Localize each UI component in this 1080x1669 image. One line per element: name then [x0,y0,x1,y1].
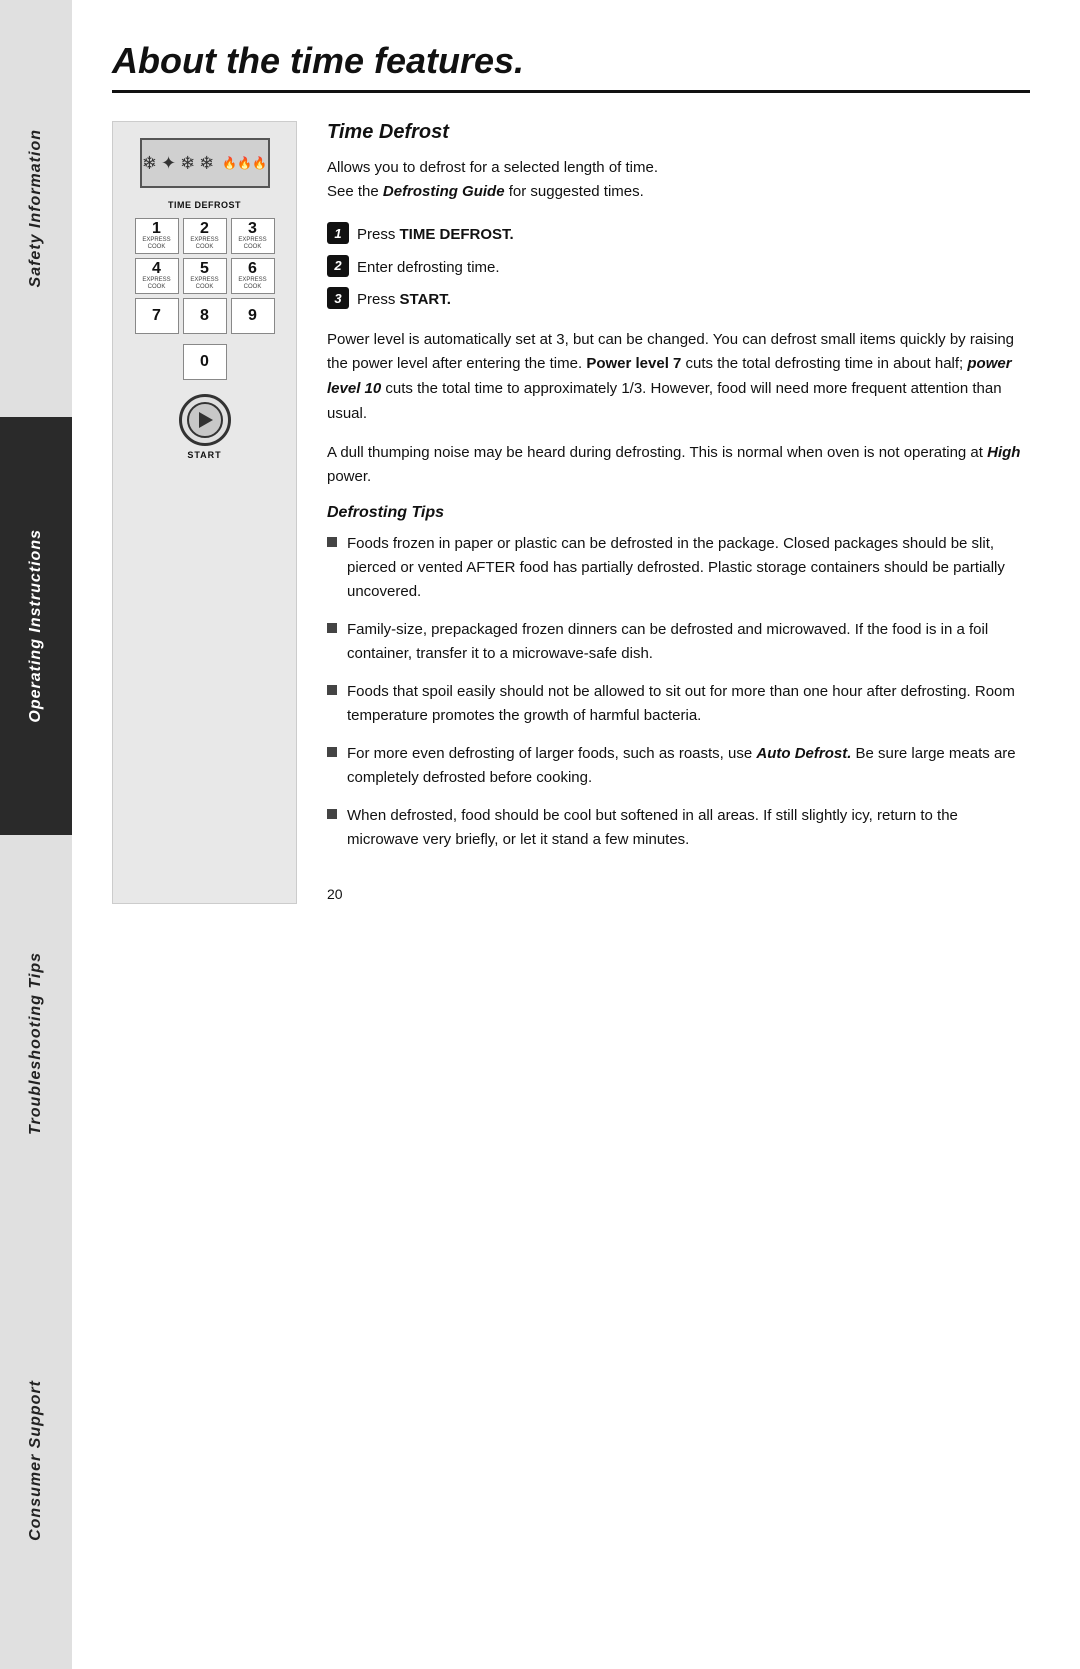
tip-text-2: Family-size, prepackaged frozen dinners … [347,618,1030,666]
bullet-5 [327,809,337,819]
time-defrost-heading: Time Defrost [327,121,1030,144]
tip-5: When defrosted, food should be cool but … [327,804,1030,852]
dot-icon: ✦ [161,153,176,174]
bullet-4 [327,747,337,757]
key-5[interactable]: 5 EXPRESS COOK [183,258,227,294]
key-0[interactable]: 0 [183,344,227,380]
key-2[interactable]: 2 EXPRESS COOK [183,218,227,254]
sidebar-label-consumer: Consumer Support [27,1380,45,1541]
intro-text: Allows you to defrost for a selected len… [327,156,1030,204]
defrosting-tips-heading: Defrosting Tips [327,504,1030,522]
body-text-2: A dull thumping noise may be heard durin… [327,441,1030,491]
tip-3: Foods that spoil easily should not be al… [327,680,1030,728]
key-zero-row: 0 [183,344,227,380]
key-9[interactable]: 9 [231,298,275,334]
tips-list: Foods frozen in paper or plastic can be … [327,532,1030,852]
sidebar-section-consumer[interactable]: Consumer Support [0,1252,72,1669]
key-8[interactable]: 8 [183,298,227,334]
key-4[interactable]: 4 EXPRESS COOK [135,258,179,294]
step-num-1: 1 [327,222,349,244]
key-3[interactable]: 3 EXPRESS COOK [231,218,275,254]
step-3: 3 Press START. [327,287,1030,312]
main-content: About the time features. ❄ ✦ ❄ ❄ 🔥🔥🔥 TIM… [72,0,1080,1669]
step-text-3: Press START. [357,287,451,312]
sidebar: Safety Information Operating Instruction… [0,0,72,1669]
tip-2: Family-size, prepackaged frozen dinners … [327,618,1030,666]
tip-text-3: Foods that spoil easily should not be al… [347,680,1030,728]
start-play-icon [199,412,213,428]
step-1: 1 Press TIME DEFROST. [327,222,1030,247]
start-label: START [187,450,221,460]
sidebar-section-troubleshooting[interactable]: Troubleshooting Tips [0,835,72,1252]
step-text-1: Press TIME DEFROST. [357,222,514,247]
steps-list: 1 Press TIME DEFROST. 2 Enter defrosting… [327,222,1030,312]
keypad-panel: ❄ ✦ ❄ ❄ 🔥🔥🔥 TIME DEFROST 1 EXPRESS COOK … [112,121,297,904]
key-7[interactable]: 7 [135,298,179,334]
step-2: 2 Enter defrosting time. [327,255,1030,280]
time-defrost-label: TIME DEFROST [168,200,241,210]
tip-4: For more even defrosting of larger foods… [327,742,1030,790]
key-1[interactable]: 1 EXPRESS COOK [135,218,179,254]
display-area: ❄ ✦ ❄ ❄ 🔥🔥🔥 [140,138,270,188]
tip-text-5: When defrosted, food should be cool but … [347,804,1030,852]
display-icons: ❄ ✦ ❄ ❄ 🔥🔥🔥 [142,153,267,174]
keypad-grid: 1 EXPRESS COOK 2 EXPRESS COOK 3 EXPRESS … [135,218,275,334]
step-num-3: 3 [327,287,349,309]
start-button-inner [187,402,223,438]
step-text-2: Enter defrosting time. [357,255,500,280]
page-number: 20 [327,886,343,902]
page-footer: 20 [327,866,1030,904]
sidebar-label-operating: Operating Instructions [27,529,45,723]
snowflake2-icon: ❄ [180,153,195,174]
snowflake-icon: ❄ [142,153,157,174]
title-divider [112,90,1030,93]
start-button-area: START [179,394,231,460]
body-text-1: Power level is automatically set at 3, b… [327,328,1030,427]
bullet-2 [327,623,337,633]
step-num-2: 2 [327,255,349,277]
sidebar-label-troubleshooting: Troubleshooting Tips [27,952,45,1135]
sidebar-section-safety[interactable]: Safety Information [0,0,72,417]
tip-1: Foods frozen in paper or plastic can be … [327,532,1030,604]
right-content: Time Defrost Allows you to defrost for a… [327,121,1030,904]
key-6[interactable]: 6 EXPRESS COOK [231,258,275,294]
bullet-3 [327,685,337,695]
sidebar-label-safety: Safety Information [27,129,45,287]
flame-icon: 🔥🔥🔥 [222,156,267,171]
intro-line1: Allows you to defrost for a selected len… [327,159,658,176]
snowflake3-icon: ❄ [199,153,214,174]
content-area: ❄ ✦ ❄ ❄ 🔥🔥🔥 TIME DEFROST 1 EXPRESS COOK … [112,121,1030,904]
tip-text-1: Foods frozen in paper or plastic can be … [347,532,1030,604]
page-title: About the time features. [112,40,1030,82]
sidebar-section-operating[interactable]: Operating Instructions [0,417,72,834]
bullet-1 [327,537,337,547]
tip-text-4: For more even defrosting of larger foods… [347,742,1030,790]
start-button[interactable] [179,394,231,446]
